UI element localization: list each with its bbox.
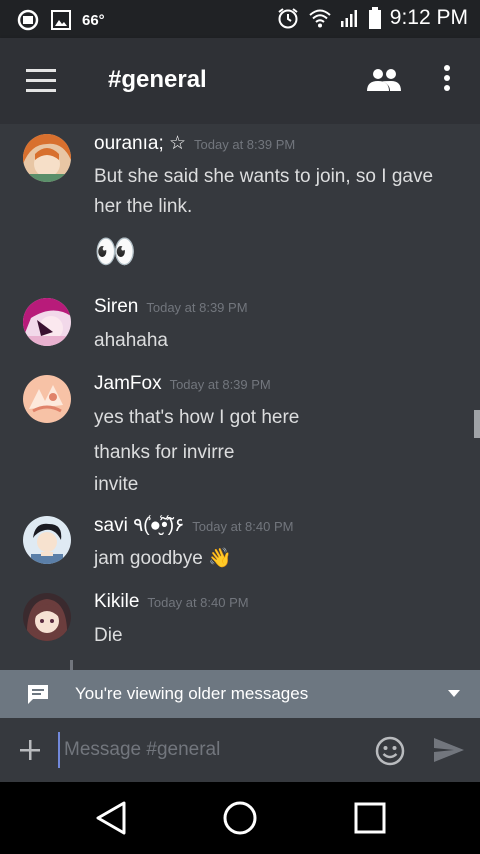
message-text: invite	[94, 474, 139, 495]
message-text: her the link.	[94, 196, 193, 217]
clock-icon	[278, 8, 298, 29]
send-icon[interactable]	[433, 737, 465, 763]
message-list[interactable]: ouranıa; ☆ Today at 8:39 PM But she said …	[0, 124, 480, 670]
chevron-down-icon[interactable]	[448, 690, 460, 697]
timestamp: Today at 8:40 PM	[147, 595, 249, 610]
username[interactable]: savi ٩(̾●̮̮̃̾•̃̾)۶	[94, 515, 184, 536]
clock-time: 9:12 PM	[389, 6, 468, 29]
timestamp: Today at 8:39 PM	[146, 300, 248, 315]
battery-icon	[368, 7, 381, 29]
avatar[interactable]	[23, 516, 71, 564]
channel-toolbar: #general	[0, 38, 480, 124]
signal-icon	[340, 10, 357, 27]
older-messages-text: You're viewing older messages	[75, 684, 309, 703]
scrollbar-thumb[interactable]	[474, 410, 480, 438]
message-input[interactable]	[58, 732, 358, 768]
avatar[interactable]	[23, 134, 71, 182]
chat-bubble-icon	[28, 685, 48, 704]
home-icon[interactable]	[222, 800, 258, 836]
message-text: Die	[94, 625, 123, 646]
plus-icon[interactable]	[18, 738, 42, 762]
username[interactable]: Kikile	[94, 591, 139, 612]
channel-title: #general	[108, 66, 207, 93]
timestamp: Today at 8:39 PM	[194, 137, 296, 152]
avatar[interactable]	[23, 375, 71, 423]
timestamp: Today at 8:40 PM	[192, 519, 294, 534]
alarm-icon	[17, 9, 39, 31]
wifi-icon	[309, 9, 331, 28]
avatar[interactable]	[23, 298, 71, 346]
username[interactable]: Siren	[94, 296, 138, 317]
username[interactable]: ouranıa; ☆	[94, 133, 186, 154]
message-text: yes that's how I got here	[94, 407, 300, 428]
menu-icon[interactable]	[26, 69, 56, 93]
recents-icon[interactable]	[354, 802, 386, 834]
username[interactable]: JamFox	[94, 373, 162, 394]
message-text: thanks for invirre	[94, 442, 235, 463]
emoji-icon[interactable]	[374, 735, 406, 767]
divider	[70, 660, 73, 670]
message-emoji: 👀	[94, 233, 137, 271]
back-icon[interactable]	[94, 800, 128, 836]
members-icon[interactable]	[366, 67, 402, 93]
avatar[interactable]	[23, 593, 71, 641]
temperature: 66°	[82, 11, 105, 29]
composer	[0, 718, 480, 782]
system-nav-bar	[0, 782, 480, 854]
older-messages-banner[interactable]: You're viewing older messages	[0, 670, 480, 718]
message-text: But she said she wants to join, so I gav…	[94, 166, 434, 187]
timestamp: Today at 8:39 PM	[169, 377, 271, 392]
message-text: jam goodbye 👋	[94, 548, 232, 569]
message-text: ahahaha	[94, 330, 168, 351]
status-bar: 66° 9:12 PM	[0, 0, 480, 38]
more-options-icon[interactable]	[440, 65, 454, 95]
image-icon	[51, 10, 71, 30]
